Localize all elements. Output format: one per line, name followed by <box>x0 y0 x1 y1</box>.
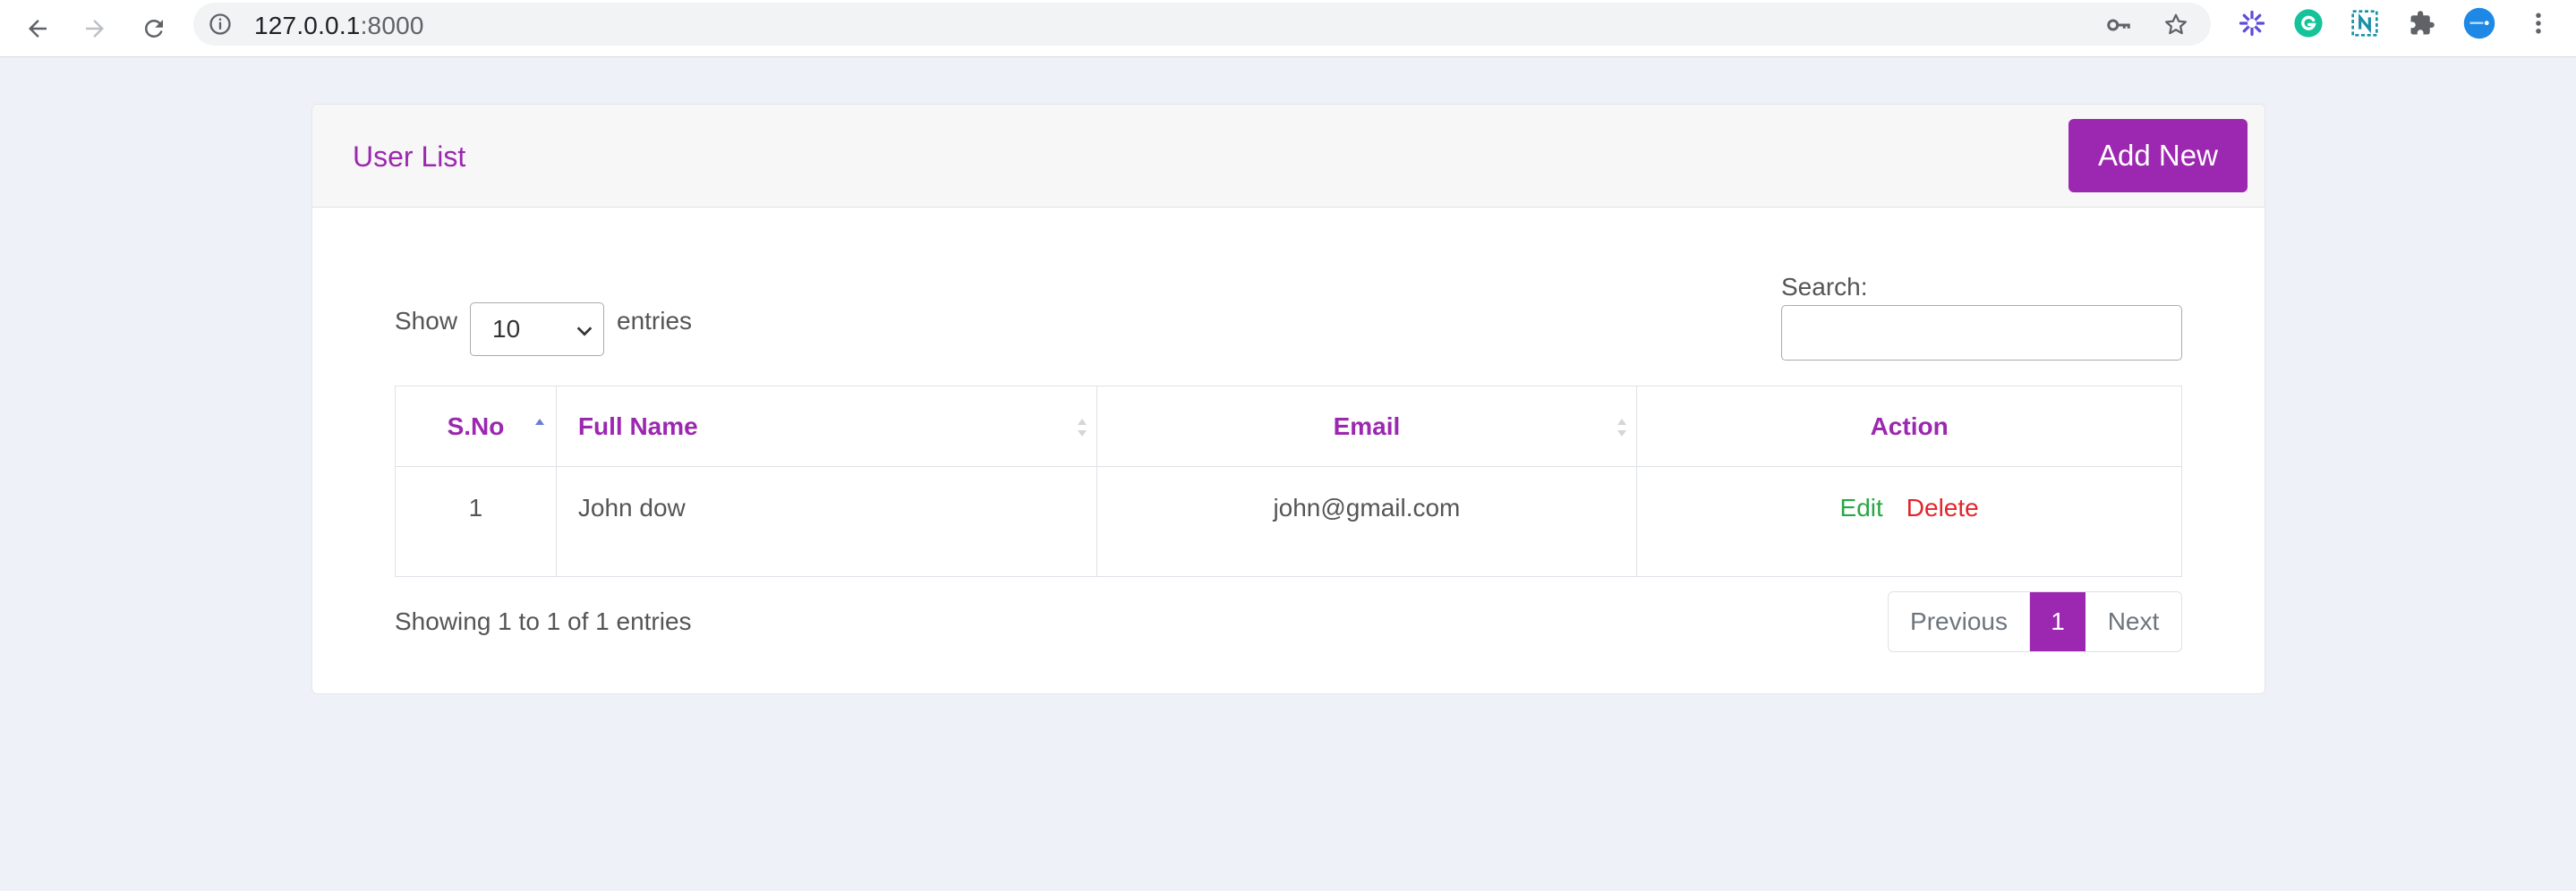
users-table: S.No Full Name Email Action 1 John dow j… <box>395 386 2182 577</box>
reload-button[interactable] <box>134 9 174 48</box>
url-text: 127.0.0.1:8000 <box>254 12 424 40</box>
table-row: 1 John dow john@gmail.com Edit Delete <box>395 466 2182 577</box>
user-list-card: User List Add New Show 10 entries Search… <box>311 104 2265 694</box>
profile-avatar[interactable] <box>2463 7 2495 39</box>
column-header-label: Action <box>1870 412 1949 440</box>
bookmark-star-icon[interactable] <box>2162 12 2189 38</box>
cell-full-name: John dow <box>555 466 1097 577</box>
forward-button[interactable] <box>75 9 115 48</box>
kebab-icon <box>2536 13 2541 34</box>
column-header-full-name[interactable]: Full Name <box>555 386 1097 467</box>
asterisk-icon <box>2239 10 2265 37</box>
asterisk-extension-icon[interactable] <box>2236 7 2268 39</box>
site-info-icon[interactable] <box>208 12 233 37</box>
url-port: :8000 <box>360 12 424 39</box>
key-icon[interactable] <box>2105 12 2132 38</box>
back-arrow-icon <box>29 20 47 38</box>
next-page-button[interactable]: Next <box>2086 592 2181 651</box>
previous-page-button[interactable]: Previous <box>1889 592 2030 651</box>
cell-action: Edit Delete <box>1636 466 2182 577</box>
column-header-label: Full Name <box>577 412 698 440</box>
reload-icon <box>144 19 163 38</box>
puzzle-icon <box>2410 11 2435 35</box>
address-bar[interactable]: 127.0.0.1:8000 <box>193 3 2211 46</box>
column-header-label: S.No <box>447 412 505 440</box>
browser-toolbar: 127.0.0.1:8000 <box>0 0 2576 57</box>
column-header-email[interactable]: Email <box>1096 386 1638 467</box>
chevron-down-icon <box>576 327 593 336</box>
grammarly-icon[interactable] <box>2292 7 2324 39</box>
n-box-icon <box>2351 10 2378 37</box>
back-button[interactable] <box>18 9 57 48</box>
puzzle-extensions-icon[interactable] <box>2406 7 2438 39</box>
edit-link[interactable]: Edit <box>1840 494 1883 522</box>
column-header-action: Action <box>1636 386 2182 467</box>
chrome-menu-icon[interactable] <box>2522 7 2555 39</box>
table-header-row: S.No Full Name Email Action <box>395 386 2182 467</box>
sort-both-icon <box>1077 419 1087 437</box>
url-host: 127.0.0.1 <box>254 12 361 39</box>
add-new-button[interactable]: Add New <box>2068 119 2248 192</box>
cell-email: john@gmail.com <box>1096 466 1638 577</box>
entries-select[interactable]: 10 <box>470 302 604 356</box>
card-title: User List <box>353 140 466 173</box>
search-label: Search: <box>1781 273 1868 301</box>
show-label: Show <box>395 307 458 335</box>
grammarly-g-icon <box>2294 9 2323 38</box>
column-header-sno[interactable]: S.No <box>395 386 557 467</box>
page-1-button[interactable]: 1 <box>2030 592 2086 651</box>
search-input[interactable] <box>1781 305 2182 361</box>
column-header-label: Email <box>1333 412 1401 440</box>
table-info: Showing 1 to 1 of 1 entries <box>395 607 692 635</box>
avatar-icon <box>2463 7 2495 39</box>
forward-arrow-icon <box>86 20 104 38</box>
cell-sno: 1 <box>395 466 557 577</box>
entries-label: entries <box>617 307 693 335</box>
entries-select-value: 10 <box>492 315 521 343</box>
delete-link[interactable]: Delete <box>1906 494 1979 522</box>
sort-ascending-icon <box>534 419 544 425</box>
pagination: Previous 1 Next <box>1888 591 2182 652</box>
card-header: User List Add New <box>312 105 2265 208</box>
notion-clipper-icon[interactable] <box>2349 7 2381 39</box>
sort-both-icon <box>1617 419 1627 437</box>
